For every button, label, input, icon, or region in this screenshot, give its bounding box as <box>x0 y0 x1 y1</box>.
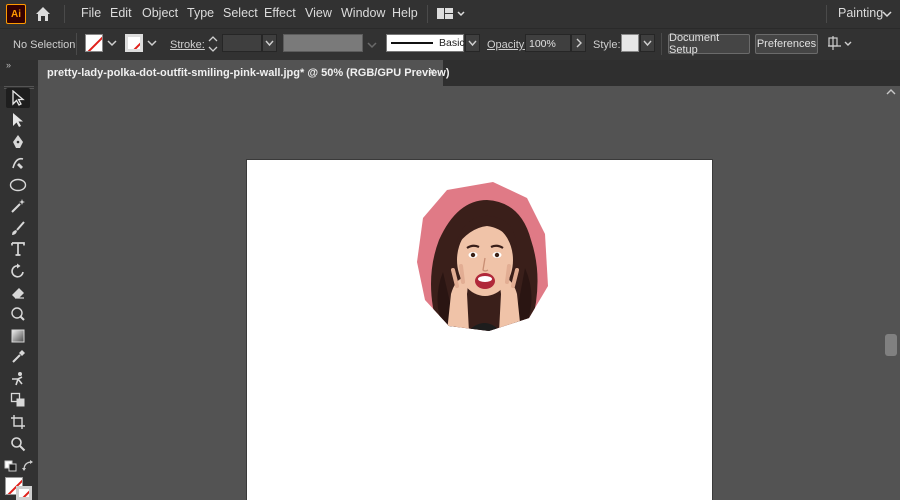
opacity-field[interactable]: 100% <box>525 34 571 52</box>
control-divider <box>661 33 662 55</box>
menu-divider <box>826 5 827 23</box>
align-options-icon[interactable] <box>827 35 857 53</box>
scroll-up-icon[interactable] <box>885 88 897 98</box>
fill-swatch[interactable] <box>85 34 103 52</box>
home-icon[interactable] <box>34 5 52 23</box>
document-setup-button[interactable]: Document Setup <box>668 32 750 56</box>
menu-file[interactable]: File <box>81 6 101 20</box>
graphic-style-dropdown[interactable] <box>640 34 655 52</box>
stroke-weight-field[interactable] <box>222 34 262 52</box>
pen-tool-icon[interactable] <box>6 132 30 152</box>
menu-select[interactable]: Select <box>223 6 258 20</box>
type-tool-icon[interactable] <box>6 239 30 259</box>
close-tab-icon[interactable]: × <box>429 66 435 78</box>
eraser-tool-icon[interactable] <box>6 283 30 303</box>
style-label: Style: <box>593 39 621 51</box>
arrange-documents-button[interactable] <box>436 6 466 22</box>
eyedropper-tool-icon[interactable] <box>6 347 30 367</box>
artboard-tool-icon[interactable] <box>6 412 30 432</box>
shape-builder-icon[interactable] <box>6 390 30 410</box>
graphic-style-swatch[interactable] <box>621 34 639 52</box>
direct-selection-tool-icon[interactable] <box>6 110 30 130</box>
zoom-tool-icon[interactable] <box>6 434 30 454</box>
ellipse-tool-icon[interactable] <box>6 175 30 195</box>
brush-stroke-preview <box>391 42 433 44</box>
opacity-expand-button[interactable] <box>571 34 586 52</box>
stroke-color-indicator[interactable] <box>16 486 32 500</box>
brush-dropdown[interactable] <box>465 34 480 52</box>
menu-type[interactable]: Type <box>187 6 214 20</box>
menu-divider <box>427 5 428 23</box>
gradient-tool-icon[interactable] <box>6 326 30 346</box>
preferences-button[interactable]: Preferences <box>755 34 818 54</box>
portrait-image[interactable] <box>417 182 549 332</box>
rotate-tool-icon[interactable] <box>6 261 30 281</box>
opacity-value: 100% <box>529 38 556 50</box>
variable-width-chevron-icon <box>367 39 377 53</box>
puppet-warp-icon[interactable] <box>6 369 30 389</box>
swap-fill-stroke-icon[interactable] <box>22 460 34 472</box>
default-fill-stroke-icon[interactable] <box>4 460 18 472</box>
paintbrush-icon[interactable] <box>6 218 30 238</box>
stroke-weight-stepper[interactable] <box>206 34 220 54</box>
stroke-swatch[interactable] <box>125 34 143 52</box>
curvature-tool-icon[interactable] <box>6 153 30 173</box>
workspace-switcher[interactable]: Painting <box>838 6 883 20</box>
stroke-label[interactable]: Stroke: <box>170 39 205 51</box>
selection-status: No Selection <box>13 39 76 51</box>
menu-window[interactable]: Window <box>341 6 385 20</box>
panel-expand-icon[interactable]: » <box>6 60 11 70</box>
fill-chevron-icon[interactable] <box>107 38 117 48</box>
none-slash-icon <box>19 489 29 497</box>
workspace-chevron-icon[interactable] <box>882 8 892 22</box>
opacity-label[interactable]: Opacity: <box>487 39 527 51</box>
stroke-chevron-icon[interactable] <box>147 38 157 48</box>
menu-edit[interactable]: Edit <box>110 6 132 20</box>
menu-object[interactable]: Object <box>142 6 178 20</box>
magic-wand-icon[interactable] <box>6 196 30 216</box>
brush-definition[interactable]: Basic <box>386 34 465 52</box>
variable-width-profile[interactable] <box>283 34 363 52</box>
stroke-weight-dropdown[interactable] <box>262 34 277 52</box>
brush-label: Basic <box>439 37 465 49</box>
menu-effect[interactable]: Effect <box>264 6 296 20</box>
menu-help[interactable]: Help <box>392 6 418 20</box>
warp-tool-icon[interactable] <box>6 304 30 324</box>
vertical-scrollbar[interactable] <box>882 86 900 500</box>
menu-view[interactable]: View <box>305 6 332 20</box>
menu-divider <box>64 5 65 23</box>
control-divider <box>76 33 77 55</box>
scrollbar-thumb[interactable] <box>885 334 897 356</box>
document-tab-title[interactable]: pretty-lady-polka-dot-outfit-smiling-pin… <box>47 67 449 79</box>
app-logo: Ai <box>6 4 26 24</box>
selection-tool-icon[interactable] <box>6 88 30 108</box>
